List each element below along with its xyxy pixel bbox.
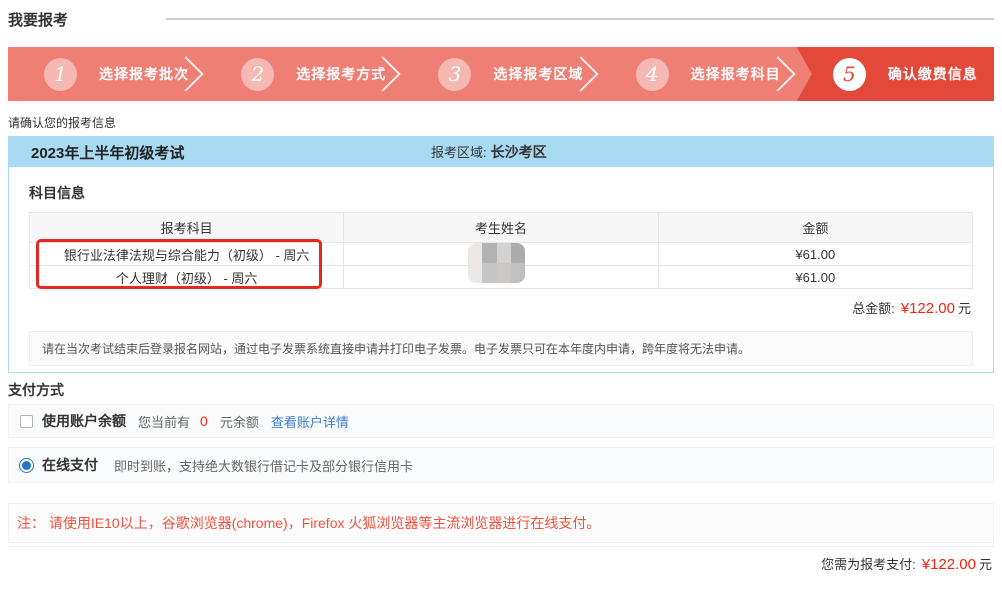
censored-name-mosaic bbox=[468, 243, 525, 283]
payment-due-label: 您需为报考支付: bbox=[821, 557, 916, 572]
exam-region: 报考区域: 长沙考区 bbox=[431, 142, 547, 162]
chevron-right-icon bbox=[760, 56, 795, 91]
total-amount: ¥122.00 bbox=[901, 300, 955, 317]
balance-checkbox[interactable] bbox=[20, 415, 33, 428]
wizard-step-3[interactable]: 3 选择报考区域 bbox=[402, 47, 599, 101]
col-header-name: 考生姓名 bbox=[344, 213, 658, 243]
wizard-step-5-active[interactable]: 5 确认缴费信息 bbox=[797, 47, 994, 101]
payment-due-line: 您需为报考支付: ¥122.00元 bbox=[8, 547, 994, 573]
wizard-step-2[interactable]: 2 选择报考方式 bbox=[205, 47, 402, 101]
subject-section-title: 科目信息 bbox=[29, 183, 973, 203]
step-label: 确认缴费信息 bbox=[888, 64, 978, 84]
step-number-badge: 5 bbox=[833, 58, 866, 91]
wizard-steps: 1 选择报考批次 2 选择报考方式 3 选择报考区域 4 选择报考科目 5 确认… bbox=[8, 47, 994, 101]
page-title: 我要报考 bbox=[8, 9, 68, 30]
amount-cell: ¥61.00 bbox=[658, 243, 972, 266]
chevron-right-icon bbox=[169, 56, 204, 91]
confirm-info-hint: 请确认您的报考信息 bbox=[8, 114, 994, 131]
view-account-link[interactable]: 查看账户详情 bbox=[271, 412, 349, 431]
page-header: 我要报考 bbox=[8, 8, 994, 30]
total-unit: 元 bbox=[958, 301, 971, 316]
payment-section-title: 支付方式 bbox=[8, 380, 994, 400]
balance-prefix: 您当前有 bbox=[138, 412, 190, 431]
exam-panel-body: 科目信息 报考科目 考生姓名 金额 银行业法律法规与综合能力（初级） - 周六 bbox=[9, 183, 993, 372]
total-amount-line: 总金额: ¥122.00元 bbox=[29, 298, 973, 317]
exam-payment-page: 我要报考 1 选择报考批次 2 选择报考方式 3 选择报考区域 4 选择报考科目… bbox=[0, 0, 1002, 598]
payment-due-amount: ¥122.00 bbox=[922, 556, 976, 573]
balance-label: 使用账户余额 bbox=[42, 411, 126, 431]
step-number-badge: 3 bbox=[438, 58, 471, 91]
balance-suffix: 元余额 bbox=[220, 412, 259, 431]
online-pay-label: 在线支付 bbox=[42, 455, 98, 475]
payment-due-unit: 元 bbox=[979, 557, 992, 572]
step-number-badge: 4 bbox=[636, 58, 669, 91]
subject-cell: 银行业法律法规与综合能力（初级） - 周六 bbox=[30, 243, 344, 266]
wizard-step-4[interactable]: 4 选择报考科目 bbox=[600, 47, 797, 101]
title-divider bbox=[166, 18, 994, 20]
exam-info-panel: 2023年上半年初级考试 报考区域: 长沙考区 科目信息 报考科目 考生姓名 金额 bbox=[8, 136, 994, 373]
exam-panel-header: 2023年上半年初级考试 报考区域: 长沙考区 bbox=[9, 137, 993, 167]
step-number-badge: 1 bbox=[44, 58, 77, 91]
amount-cell: ¥61.00 bbox=[658, 266, 972, 289]
balance-payment-option: 使用账户余额 您当前有 0 元余额 查看账户详情 bbox=[8, 404, 994, 438]
table-header-row: 报考科目 考生姓名 金额 bbox=[30, 213, 973, 243]
browser-requirement-note: 注： 请使用IE10以上，谷歌浏览器(chrome)，Firefox 火狐浏览器… bbox=[8, 503, 994, 543]
wizard-step-1[interactable]: 1 选择报考批次 bbox=[8, 47, 205, 101]
online-pay-radio-selected[interactable] bbox=[19, 458, 34, 473]
radio-dot bbox=[22, 461, 31, 470]
region-value: 长沙考区 bbox=[491, 144, 547, 160]
balance-amount: 0 bbox=[200, 413, 208, 429]
chevron-right-icon bbox=[563, 56, 598, 91]
online-payment-option: 在线支付 即时到账，支持绝大数银行借记卡及部分银行信用卡 bbox=[8, 447, 994, 483]
col-header-amount: 金额 bbox=[658, 213, 972, 243]
subject-table-wrap: 报考科目 考生姓名 金额 银行业法律法规与综合能力（初级） - 周六 ¥61.0… bbox=[29, 212, 973, 289]
online-pay-description: 即时到账，支持绝大数银行借记卡及部分银行信用卡 bbox=[114, 456, 413, 475]
chevron-right-icon bbox=[366, 56, 401, 91]
exam-title: 2023年上半年初级考试 bbox=[31, 142, 184, 163]
invoice-notice: 请在当次考试结束后登录报名网站，通过电子发票系统直接申请并打印电子发票。电子发票… bbox=[29, 331, 973, 366]
step-number-badge: 2 bbox=[241, 58, 274, 91]
region-label: 报考区域: bbox=[431, 145, 487, 160]
total-label: 总金额: bbox=[852, 301, 895, 316]
col-header-subject: 报考科目 bbox=[30, 213, 344, 243]
subject-cell: 个人理财（初级） - 周六 bbox=[30, 266, 344, 289]
